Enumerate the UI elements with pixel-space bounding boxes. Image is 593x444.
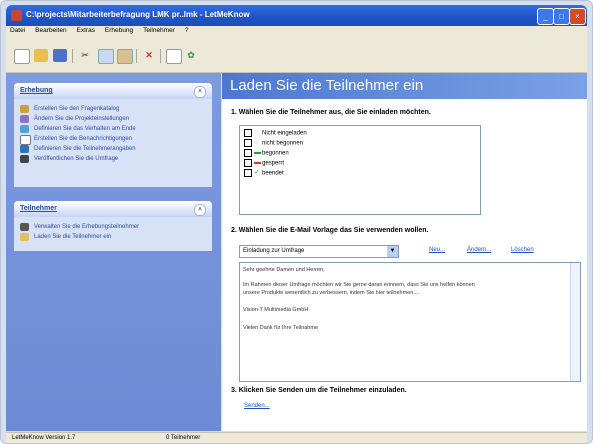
email-line: Vision-7 Multimedia GmbH [243,307,309,313]
delete-template-link[interactable]: Löschen [511,247,534,253]
send-link[interactable]: Senden... [244,403,270,409]
step2-heading: 2. Wählen Sie die E-Mail Vorlage das Sie… [231,227,429,234]
settings-icon [20,115,29,123]
email-line: Vielen Dank für Ihre Teilnahme [243,325,319,331]
window-title: C:\projects\Mitarbeiterbefragung LMK pr.… [26,10,250,19]
panel-teilnehmer: Teilnehmer ˄ Verwalten Sie die Erhebungs… [14,201,212,251]
participant-list[interactable]: ◌ Nicht eingeladen ◌ nicht begonnen ▬begon… [239,125,481,215]
delete-icon[interactable]: ✕ [142,49,156,62]
menu-bar: Datei Bearbeiten Extras Erhebung Teilneh… [6,26,587,38]
toolbar-separator [72,49,73,63]
email-line: Im Rahmen dieser Umfrage möchten wir Sie… [243,282,475,288]
step1-heading: 1. Wählen Sie die Teilnehmer aus, die Si… [231,109,431,116]
checkbox[interactable] [244,149,252,157]
behavior-icon [20,125,29,133]
email-body[interactable]: Sehr geehrte Damen und Herren, Im Rahmen… [239,262,581,382]
cut-icon[interactable]: ✂ [78,49,92,62]
scrollbar[interactable] [570,263,580,381]
toolbar-separator [160,49,161,63]
task-verwalten-teilnehmer[interactable]: Verwalten Sie die Erhebungsteilnehmer [14,222,212,232]
legend-item[interactable]: ◌ Nicht eingeladen [244,129,307,138]
task-teilnehmerangaben[interactable]: Definieren Sie die Teilnehmerangaben [14,144,212,154]
maximize-button[interactable]: □ [553,8,570,25]
collapse-icon[interactable]: ˄ [194,86,206,98]
checkbox[interactable] [244,139,252,147]
status-not-invited-icon: ◌ [254,129,259,136]
manage-users-icon [20,223,29,231]
book-icon [20,105,29,113]
task-verhalten-ende[interactable]: Definieren Sie das Verhalten am Ende [14,124,212,134]
task-fragenkatalog[interactable]: Erstellen Sie den Fragenkatalog [14,104,212,114]
checkbox[interactable] [244,129,252,137]
template-select[interactable]: Einladung zur Umfrage ▼ [239,245,399,258]
email-line: unsere Produkte wesentlich zu verbessern… [243,290,420,296]
menu-help[interactable]: ? [181,26,193,34]
task-pane: Erhebung ˄ Erstellen Sie den Fragenkatal… [6,73,221,431]
document-icon[interactable] [166,49,182,64]
chevron-down-icon[interactable]: ▼ [387,246,398,257]
panel-erhebung: Erhebung ˄ Erstellen Sie den Fragenkatal… [14,83,212,187]
step3-heading: 3. Klicken Sie Senden um die Teilnehmer … [231,387,407,394]
participants-icon [20,145,29,153]
toolbar: ✂ ✕ ✿ [6,38,587,73]
template-select-value: Einladung zur Umfrage [243,248,305,254]
new-template-link[interactable]: Neu... [429,247,445,253]
app-icon [11,10,22,21]
panel-teilnehmer-header[interactable]: Teilnehmer ˄ [14,201,212,217]
menu-extras[interactable]: Extras [73,26,99,34]
checkbox[interactable] [244,159,252,167]
task-benachrichtigungen[interactable]: Erstellen Sie die Benachrichtigungen [14,134,212,145]
save-icon[interactable] [53,49,67,62]
email-line: Sehr geehrte Damen und Herren, [243,267,325,273]
main-content: Laden Sie die Teilnehmer ein 1. Wählen S… [222,73,587,431]
status-started-icon: ▬ [254,149,261,156]
status-bar: LetMeKnow Version 1.7 0 Teilnehmer [6,432,587,443]
status-not-started-icon: ◌ [254,139,259,146]
task-projekteinstellungen[interactable]: Ändern Sie die Projekteinstellungen [14,114,212,124]
legend-item[interactable]: ▬begonnen [244,149,289,158]
app-window: C:\projects\Mitarbeiterbefragung LMK pr.… [0,0,593,444]
page-title: Laden Sie die Teilnehmer ein [222,73,587,99]
collapse-icon[interactable]: ˄ [194,204,206,216]
panel-teilnehmer-title: Teilnehmer [20,205,57,212]
status-participant-count: 0 Teilnehmer [166,435,201,441]
open-folder-icon[interactable] [34,49,48,62]
panel-erhebung-title: Erhebung [20,87,53,94]
legend-item[interactable]: ✓ beendet [244,169,284,178]
edit-template-link[interactable]: Ändern... [467,247,491,253]
status-finished-icon: ✓ [254,169,260,176]
title-bar[interactable]: C:\projects\Mitarbeiterbefragung LMK pr.… [6,5,587,26]
copy-icon[interactable] [98,49,114,64]
envelope-icon [20,233,29,241]
legend-item[interactable]: ◌ nicht begonnen [244,139,303,148]
menu-erhebung[interactable]: Erhebung [101,26,137,34]
status-locked-icon: ▬ [254,159,261,166]
menu-teilnehmer[interactable]: Teilnehmer [139,26,179,34]
properties-icon[interactable]: ✿ [184,49,198,62]
legend-item[interactable]: ▬gesperrt [244,159,284,168]
paste-icon[interactable] [117,49,133,64]
minimize-button[interactable]: _ [537,8,554,25]
toolbar-separator [136,49,137,63]
menu-bearbeiten[interactable]: Bearbeiten [31,26,70,34]
status-version: LetMeKnow Version 1.7 [12,435,76,441]
menu-datei[interactable]: Datei [6,26,29,34]
publish-icon [20,155,29,163]
task-teilnehmer-einladen[interactable]: Laden Sie die Teilnehmer ein [14,232,212,242]
task-veroeffentlichen[interactable]: Veröffentlichen Sie die Umfrage [14,154,212,164]
close-button[interactable]: × [569,8,586,25]
new-document-icon[interactable] [14,49,30,64]
checkbox[interactable] [244,169,252,177]
panel-erhebung-header[interactable]: Erhebung ˄ [14,83,212,99]
